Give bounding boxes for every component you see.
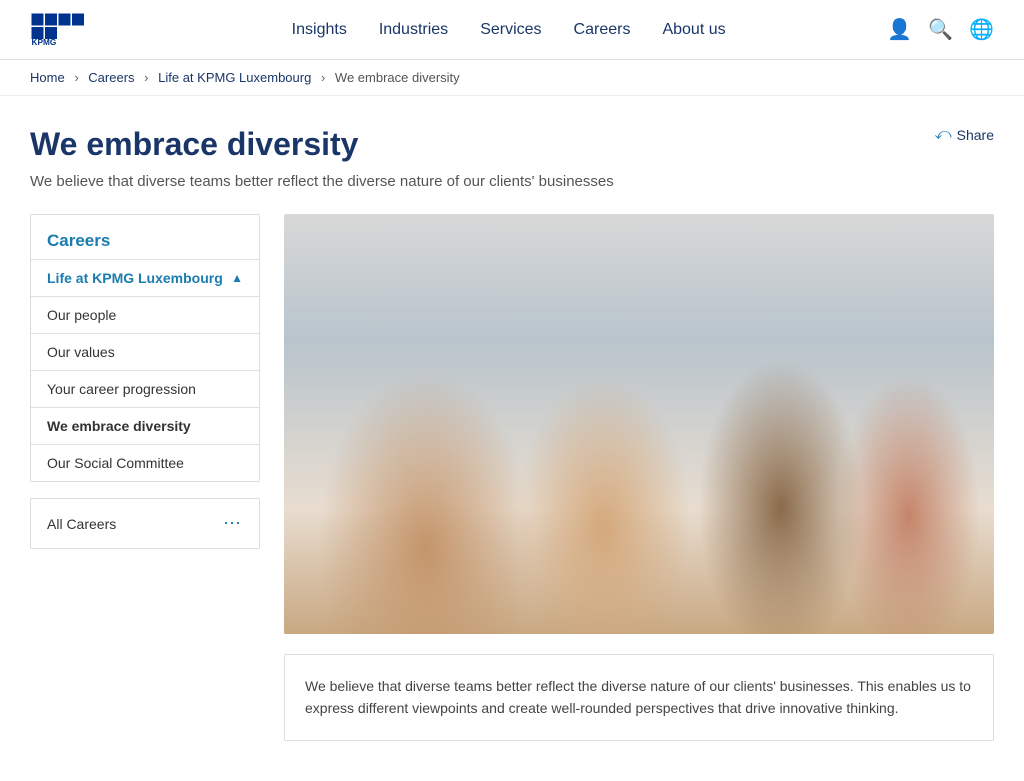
all-careers-label: All Careers [47,516,116,532]
article-body: We believe that diverse teams better ref… [284,654,994,741]
nav-services[interactable]: Services [480,21,541,39]
sidebar-item-our-people[interactable]: Our people [31,296,259,333]
main-container: We embrace diversity ⤺ Share We believe … [0,96,1024,781]
sidebar-item-embrace-diversity[interactable]: We embrace diversity [31,407,259,444]
sidebar-item-label-embrace-diversity: We embrace diversity [47,418,191,434]
article-body-text: We believe that diverse teams better ref… [305,675,973,720]
breadcrumb-separator-2: › [144,70,148,85]
main-nav: Insights Industries Services Careers Abo… [130,21,887,39]
breadcrumb-separator-3: › [321,70,325,85]
sidebar-item-social-committee[interactable]: Our Social Committee [31,444,259,481]
all-careers-card[interactable]: All Careers ⋯ [30,498,260,549]
share-icon: ⤺ [935,126,952,144]
article-area: We believe that diverse teams better ref… [284,214,994,741]
sidebar-item-label-career-progression: Your career progression [47,381,196,397]
site-header: KPMG Insights Industries Services Career… [0,0,1024,60]
sidebar-item-label-social-committee: Our Social Committee [47,455,184,471]
svg-text:KPMG: KPMG [32,38,57,47]
chevron-up-icon: ▲ [231,271,243,285]
page-subtitle: We believe that diverse teams better ref… [30,173,994,190]
nav-careers[interactable]: Careers [574,21,631,39]
sidebar-item-life-at-kpmg[interactable]: Life at KPMG Luxembourg ▲ [31,259,259,296]
kpmg-logo[interactable]: KPMG [30,12,90,48]
share-label: Share [957,127,994,143]
search-icon[interactable]: 🔍 [928,17,953,42]
share-button[interactable]: ⤺ Share [935,126,994,144]
content-layout: Careers Life at KPMG Luxembourg ▲ Our pe… [30,214,994,741]
sidebar-item-label-life-at-kpmg: Life at KPMG Luxembourg [47,270,223,286]
breadcrumb-home[interactable]: Home [30,70,65,85]
breadcrumb-life-at-kpmg[interactable]: Life at KPMG Luxembourg [158,70,311,85]
page-header: We embrace diversity ⤺ Share [30,126,994,163]
article-photo [284,214,994,634]
nav-about-us[interactable]: About us [662,21,725,39]
sidebar-item-label-our-values: Our values [47,344,115,360]
page-title: We embrace diversity [30,126,358,163]
sidebar-item-our-values[interactable]: Our values [31,333,259,370]
user-icon[interactable]: 👤 [887,17,912,42]
breadcrumb-careers[interactable]: Careers [88,70,134,85]
breadcrumb: Home › Careers › Life at KPMG Luxembourg… [0,60,1024,96]
nav-insights[interactable]: Insights [292,21,347,39]
sidebar-item-career-progression[interactable]: Your career progression [31,370,259,407]
sidebar-title: Careers [31,215,259,259]
nav-industries[interactable]: Industries [379,21,448,39]
sidebar-nav-card: Careers Life at KPMG Luxembourg ▲ Our pe… [30,214,260,482]
breadcrumb-current: We embrace diversity [335,70,460,85]
dots-icon: ⋯ [223,513,243,534]
article-image [284,214,994,634]
header-icons: 👤 🔍 🌐 [887,17,994,42]
sidebar-item-label-our-people: Our people [47,307,116,323]
breadcrumb-separator-1: › [74,70,78,85]
globe-icon[interactable]: 🌐 [969,17,994,42]
sidebar: Careers Life at KPMG Luxembourg ▲ Our pe… [30,214,260,549]
